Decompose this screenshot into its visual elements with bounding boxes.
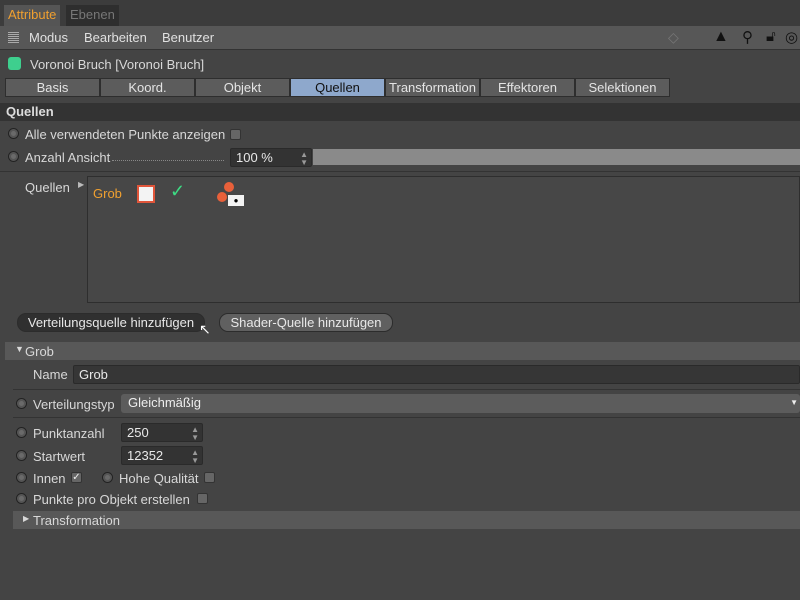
menu-bearbeiten[interactable]: Bearbeiten xyxy=(84,30,147,45)
voronoi-object-icon xyxy=(8,57,21,70)
view-count-slider[interactable] xyxy=(313,149,800,165)
spinner-icon[interactable]: ▲ ▼ xyxy=(191,447,199,465)
distribution-type-value: Gleichmäßig xyxy=(128,395,201,410)
animate-radio[interactable] xyxy=(8,128,19,139)
spinner-icon[interactable]: ▲ ▼ xyxy=(300,149,308,167)
tab-selektionen[interactable]: Selektionen xyxy=(575,78,670,97)
show-points-checkbox[interactable] xyxy=(230,129,241,140)
add-shader-source-button[interactable]: Shader-Quelle hinzufügen xyxy=(219,313,393,332)
nav-arrows-icon[interactable]: ◇ xyxy=(668,29,679,46)
add-distribution-source-button[interactable]: Verteilungsquelle hinzufügen xyxy=(17,313,205,332)
point-count-input[interactable]: 250 ▲ ▼ xyxy=(121,423,203,442)
grip-icon xyxy=(8,31,19,43)
dotted-leader xyxy=(112,150,224,161)
grob-header[interactable]: ▼ Grob xyxy=(5,342,800,360)
grob-header-label: Grob xyxy=(25,344,54,359)
tab-attribute[interactable]: Attribute xyxy=(4,5,61,26)
divider xyxy=(0,171,800,172)
name-input[interactable]: Grob xyxy=(73,365,800,384)
name-label: Name xyxy=(33,367,68,382)
view-count-value: 100 % xyxy=(236,150,273,165)
inside-label: Innen xyxy=(33,471,66,486)
spinner-icon[interactable]: ▲ ▼ xyxy=(191,424,199,442)
animate-radio[interactable] xyxy=(16,493,27,504)
visibility-dot xyxy=(217,192,227,202)
view-count-label: Anzahl Ansicht xyxy=(25,150,111,165)
search-icon[interactable]: ⚲ xyxy=(742,28,753,46)
eye-icon: ● xyxy=(228,195,244,206)
per-object-checkbox[interactable] xyxy=(197,493,208,504)
lock-icon[interactable]: 🔓︎ xyxy=(766,28,776,45)
animate-radio[interactable] xyxy=(16,450,27,461)
expand-icon[interactable]: ▶ xyxy=(23,514,29,523)
distribution-type-dropdown[interactable]: Gleichmäßig ▼ xyxy=(121,394,800,413)
view-count-input[interactable]: 100 % ▲ ▼ xyxy=(230,148,312,167)
distribution-icon[interactable] xyxy=(137,185,155,203)
enabled-check-icon[interactable]: ✓ xyxy=(170,181,185,202)
per-object-label: Punkte pro Objekt erstellen xyxy=(33,492,190,507)
inside-checkbox[interactable]: ✓ xyxy=(71,472,82,483)
point-count-label: Punktanzahl xyxy=(33,426,105,441)
menu-benutzer[interactable]: Benutzer xyxy=(162,30,214,45)
distribution-type-label: Verteilungstyp xyxy=(33,397,115,412)
animate-radio[interactable] xyxy=(102,472,113,483)
animate-radio[interactable] xyxy=(8,151,19,162)
toolbar: Modus Bearbeiten Benutzer ◇ ▲ ⚲ 🔓︎ ◎ xyxy=(0,26,800,50)
arrow-up-icon[interactable]: ▲ xyxy=(713,28,729,46)
object-title: Voronoi Bruch [Voronoi Bruch] xyxy=(30,57,205,72)
seed-input[interactable]: 12352 ▲ ▼ xyxy=(121,446,203,465)
tab-effektoren[interactable]: Effektoren xyxy=(480,78,575,97)
target-icon[interactable]: ◎ xyxy=(785,28,798,46)
transformation-group[interactable]: ▶ Transformation xyxy=(13,511,800,529)
point-count-value: 250 xyxy=(127,425,149,440)
seed-value: 12352 xyxy=(127,448,164,463)
tab-quellen[interactable]: Quellen xyxy=(290,78,385,97)
animate-radio[interactable] xyxy=(16,398,27,409)
visibility-icon[interactable] xyxy=(224,182,234,192)
tab-objekt[interactable]: Objekt xyxy=(195,78,290,97)
source-item-name[interactable]: Grob xyxy=(93,186,122,201)
sources-label: Quellen xyxy=(25,180,70,195)
panel-tabbar: Attribute Ebenen xyxy=(0,0,800,26)
tab-ebenen[interactable]: Ebenen xyxy=(66,5,119,26)
tab-basis[interactable]: Basis xyxy=(5,78,100,97)
tab-transformation[interactable]: Transformation xyxy=(385,78,480,97)
seed-label: Startwert xyxy=(33,449,86,464)
divider xyxy=(13,417,800,418)
animate-radio[interactable] xyxy=(16,427,27,438)
chevron-down-icon: ▼ xyxy=(790,398,798,407)
tab-koord[interactable]: Koord. xyxy=(100,78,195,97)
sources-list[interactable]: Grob ✓ ● xyxy=(87,176,800,303)
high-quality-checkbox[interactable] xyxy=(204,472,215,483)
animate-radio[interactable] xyxy=(16,472,27,483)
section-header: Quellen xyxy=(0,103,800,121)
expand-icon[interactable]: ▶ xyxy=(78,180,84,189)
menu-modus[interactable]: Modus xyxy=(29,30,68,45)
transformation-label: Transformation xyxy=(33,513,120,528)
show-points-label: Alle verwendeten Punkte anzeigen xyxy=(25,127,226,142)
high-quality-label: Hohe Qualität xyxy=(119,471,199,486)
divider xyxy=(13,389,800,390)
mouse-cursor-icon: ↖ xyxy=(199,321,211,337)
collapse-icon[interactable]: ▼ xyxy=(15,344,24,354)
